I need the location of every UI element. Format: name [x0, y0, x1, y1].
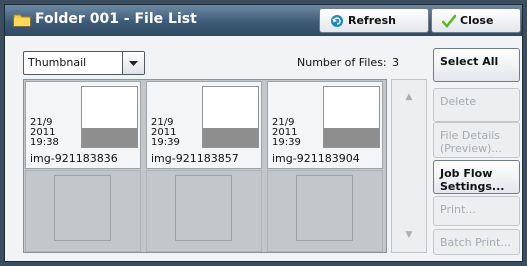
file-list-window: Folder 001 - File List Refresh Close Thu…: [4, 4, 523, 262]
view-mode-select[interactable]: Thumbnail: [23, 51, 145, 75]
file-date: 21/9 2011 19:39: [272, 117, 301, 148]
batch-print-label: Batch Print...: [440, 236, 511, 249]
file-details-label: File Details (Preview)...: [440, 129, 502, 155]
delete-button[interactable]: Delete: [433, 88, 520, 122]
file-date: 21/9 2011 19:38: [30, 117, 59, 148]
job-flow-label: Job Flow Settings...: [440, 167, 505, 193]
refresh-button[interactable]: Refresh: [319, 8, 429, 33]
thumbnail-grid: 21/9 2011 19:38 img-921183836 21/9 2011 …: [23, 79, 387, 253]
file-name: img-921183836: [30, 152, 118, 165]
file-details-button[interactable]: File Details (Preview)...: [433, 122, 520, 158]
file-thumbnail-item[interactable]: 21/9 2011 19:39 img-921183904: [267, 81, 383, 169]
folder-icon: [13, 14, 31, 27]
window-title: Folder 001 - File List: [35, 11, 197, 27]
file-name: img-921183857: [151, 152, 239, 165]
close-button[interactable]: Close: [431, 8, 521, 33]
empty-slot: [146, 170, 262, 252]
print-button[interactable]: Print...: [433, 196, 520, 226]
scroll-down-icon[interactable]: ▼: [392, 218, 426, 252]
empty-thumbnail: [175, 175, 232, 241]
empty-thumbnail: [54, 175, 111, 241]
empty-slot: [267, 170, 383, 252]
delete-label: Delete: [440, 95, 477, 108]
select-all-button[interactable]: Select All: [433, 48, 520, 82]
job-flow-settings-button[interactable]: Job Flow Settings...: [433, 160, 520, 194]
file-count-label: Number of Files:: [297, 56, 387, 69]
scrollbar[interactable]: ▲ ▼: [391, 79, 427, 253]
title-bar: Folder 001 - File List Refresh Close: [5, 5, 522, 36]
file-date: 21/9 2011 19:39: [151, 117, 180, 148]
view-mode-value: Thumbnail: [28, 56, 87, 69]
scroll-up-icon[interactable]: ▲: [392, 80, 426, 114]
chevron-down-icon[interactable]: [122, 52, 144, 74]
thumbnail-image: [81, 86, 138, 148]
print-label: Print...: [440, 203, 476, 216]
checkmark-icon: [442, 14, 456, 28]
thumbnail-image: [202, 86, 259, 148]
refresh-icon: [331, 15, 343, 27]
file-name: img-921183904: [272, 152, 360, 165]
select-all-label: Select All: [440, 55, 499, 68]
close-label: Close: [460, 14, 494, 27]
file-thumbnail-item[interactable]: 21/9 2011 19:39 img-921183857: [146, 81, 262, 169]
batch-print-button[interactable]: Batch Print...: [433, 229, 520, 255]
empty-slot: [25, 170, 141, 252]
file-count-value: 3: [392, 56, 399, 69]
refresh-label: Refresh: [348, 14, 396, 27]
empty-thumbnail: [296, 175, 353, 241]
thumbnail-image: [323, 86, 380, 148]
file-thumbnail-item[interactable]: 21/9 2011 19:38 img-921183836: [25, 81, 141, 169]
